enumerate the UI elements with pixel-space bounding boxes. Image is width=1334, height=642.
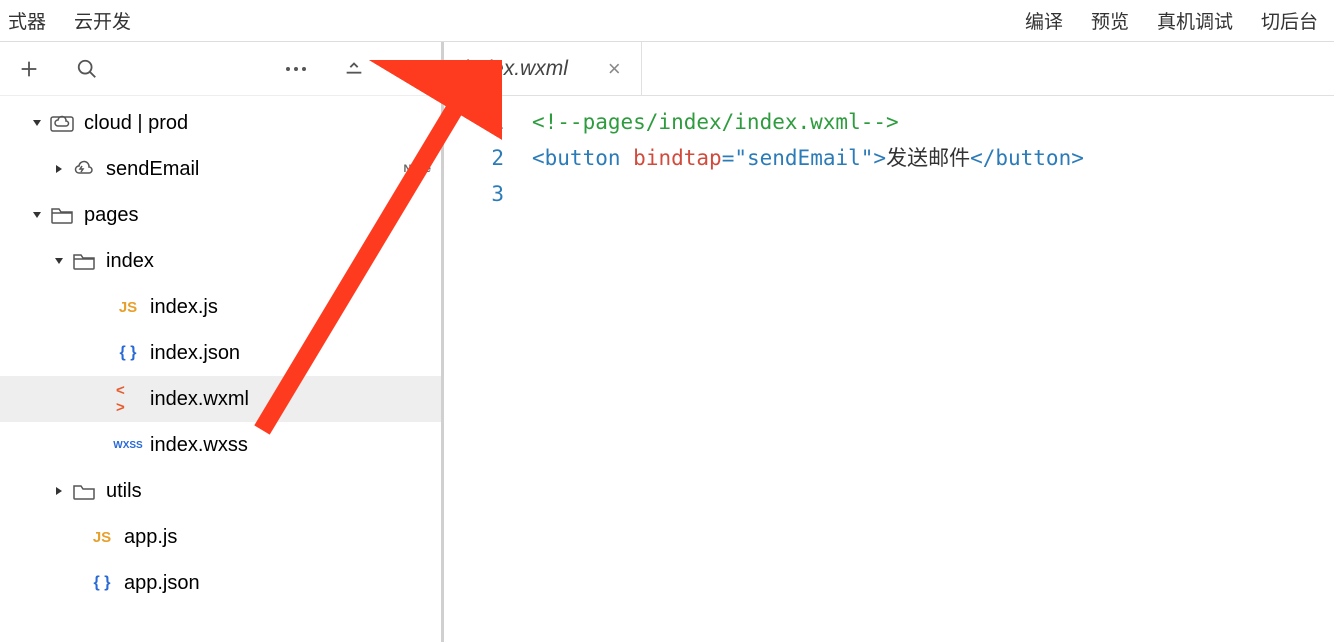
menu-item-background[interactable]: 切后台 bbox=[1261, 7, 1318, 34]
close-icon[interactable]: × bbox=[608, 56, 621, 82]
wxml-icon: < > bbox=[116, 387, 140, 411]
tree-item-label: app.json bbox=[124, 572, 200, 595]
top-menu-left: 式器 云开发 bbox=[8, 7, 131, 34]
tree-arrow-icon[interactable] bbox=[30, 116, 44, 130]
cloud-folder-icon bbox=[50, 111, 74, 135]
tree-item-label: index.js bbox=[150, 296, 218, 319]
tree-item-index-wxss[interactable]: WXSS index.wxss bbox=[0, 422, 441, 468]
tree-item-label: pages bbox=[84, 204, 139, 227]
tree-item-label: sendEmail bbox=[106, 158, 199, 181]
tree-item-label: index.wxss bbox=[150, 434, 248, 457]
tree-item-sendemail[interactable]: sendEmail Node bbox=[0, 146, 441, 192]
json-icon: { } bbox=[116, 341, 140, 365]
cloud-func-icon bbox=[72, 157, 96, 181]
folder-open-icon bbox=[50, 203, 74, 227]
tree-item-pages[interactable]: pages bbox=[0, 192, 441, 238]
tree-arrow-icon[interactable] bbox=[52, 162, 66, 176]
tree-item-app-json[interactable]: { } app.json bbox=[0, 560, 441, 606]
sidebar-toolbar bbox=[0, 42, 441, 96]
wxss-icon: WXSS bbox=[116, 433, 140, 457]
tree-arrow-icon[interactable] bbox=[96, 300, 110, 314]
add-icon[interactable] bbox=[18, 58, 40, 80]
js-icon: JS bbox=[116, 295, 140, 319]
folder-icon bbox=[72, 479, 96, 503]
menu-item-compile[interactable]: 编译 bbox=[1025, 7, 1063, 34]
code-line[interactable]: <button bindtap="sendEmail">发送邮件</button… bbox=[532, 140, 1334, 176]
code-content[interactable]: <!--pages/index/index.wxml--><button bin… bbox=[532, 104, 1334, 642]
tab-index-wxml[interactable]: index.wxml × bbox=[444, 42, 642, 96]
folder-open-icon bbox=[72, 249, 96, 273]
tree-arrow-icon[interactable] bbox=[30, 208, 44, 222]
runtime-badge: Node bbox=[404, 163, 432, 175]
tree-arrow-icon[interactable] bbox=[70, 530, 84, 544]
line-number: 2 bbox=[444, 140, 504, 176]
panel-toggle-icon[interactable] bbox=[401, 58, 423, 80]
tree-item-index[interactable]: index bbox=[0, 238, 441, 284]
tree-arrow-icon[interactable] bbox=[96, 392, 110, 406]
file-tree: cloud | prod sendEmail Node pages index JS ind… bbox=[0, 96, 441, 642]
tree-item-index-wxml[interactable]: < > index.wxml bbox=[0, 376, 441, 422]
tab-bar: index.wxml × bbox=[444, 42, 1334, 96]
tree-arrow-icon[interactable] bbox=[70, 576, 84, 590]
tree-item-label: app.js bbox=[124, 526, 177, 549]
code-line[interactable]: <!--pages/index/index.wxml--> bbox=[532, 104, 1334, 140]
menu-item-cloud-dev[interactable]: 云开发 bbox=[74, 7, 131, 34]
line-number-gutter: 123 bbox=[444, 104, 532, 642]
tree-item-label: utils bbox=[106, 480, 142, 503]
search-icon[interactable] bbox=[76, 58, 98, 80]
code-editor[interactable]: 123 <!--pages/index/index.wxml--><button… bbox=[444, 96, 1334, 642]
menu-item-remote-debug[interactable]: 真机调试 bbox=[1157, 7, 1233, 34]
menu-item-preview[interactable]: 预览 bbox=[1091, 7, 1129, 34]
tree-arrow-icon[interactable] bbox=[52, 484, 66, 498]
code-line[interactable] bbox=[532, 176, 1334, 212]
tree-arrow-icon[interactable] bbox=[96, 438, 110, 452]
tree-arrow-icon[interactable] bbox=[52, 254, 66, 268]
tree-item-label: cloud | prod bbox=[84, 112, 188, 135]
json-icon: { } bbox=[90, 571, 114, 595]
tab-bar-empty bbox=[642, 42, 1334, 96]
tree-item-label: index bbox=[106, 250, 154, 273]
top-menu-bar: 式器 云开发 编译 预览 真机调试 切后台 bbox=[0, 0, 1334, 42]
collapse-icon[interactable] bbox=[343, 58, 365, 80]
tree-item-cloud-prod[interactable]: cloud | prod bbox=[0, 100, 441, 146]
tree-arrow-icon[interactable] bbox=[96, 346, 110, 360]
more-icon[interactable] bbox=[285, 65, 307, 73]
file-explorer-sidebar: cloud | prod sendEmail Node pages index JS ind… bbox=[0, 42, 444, 642]
js-icon: JS bbox=[90, 525, 114, 549]
editor-area: index.wxml × 123 <!--pages/index/index.w… bbox=[444, 42, 1334, 642]
tree-item-utils[interactable]: utils bbox=[0, 468, 441, 514]
menu-item-debugger[interactable]: 式器 bbox=[8, 7, 46, 34]
tree-item-label: index.wxml bbox=[150, 388, 249, 411]
top-menu-right: 编译 预览 真机调试 切后台 bbox=[1025, 7, 1326, 34]
tree-item-label: index.json bbox=[150, 342, 240, 365]
line-number: 3 bbox=[444, 176, 504, 212]
line-number: 1 bbox=[444, 104, 504, 140]
tree-item-index-js[interactable]: JS index.js bbox=[0, 284, 441, 330]
tree-item-index-json[interactable]: { } index.json bbox=[0, 330, 441, 376]
tab-label: index.wxml bbox=[464, 57, 568, 81]
tree-item-app-js[interactable]: JS app.js bbox=[0, 514, 441, 560]
